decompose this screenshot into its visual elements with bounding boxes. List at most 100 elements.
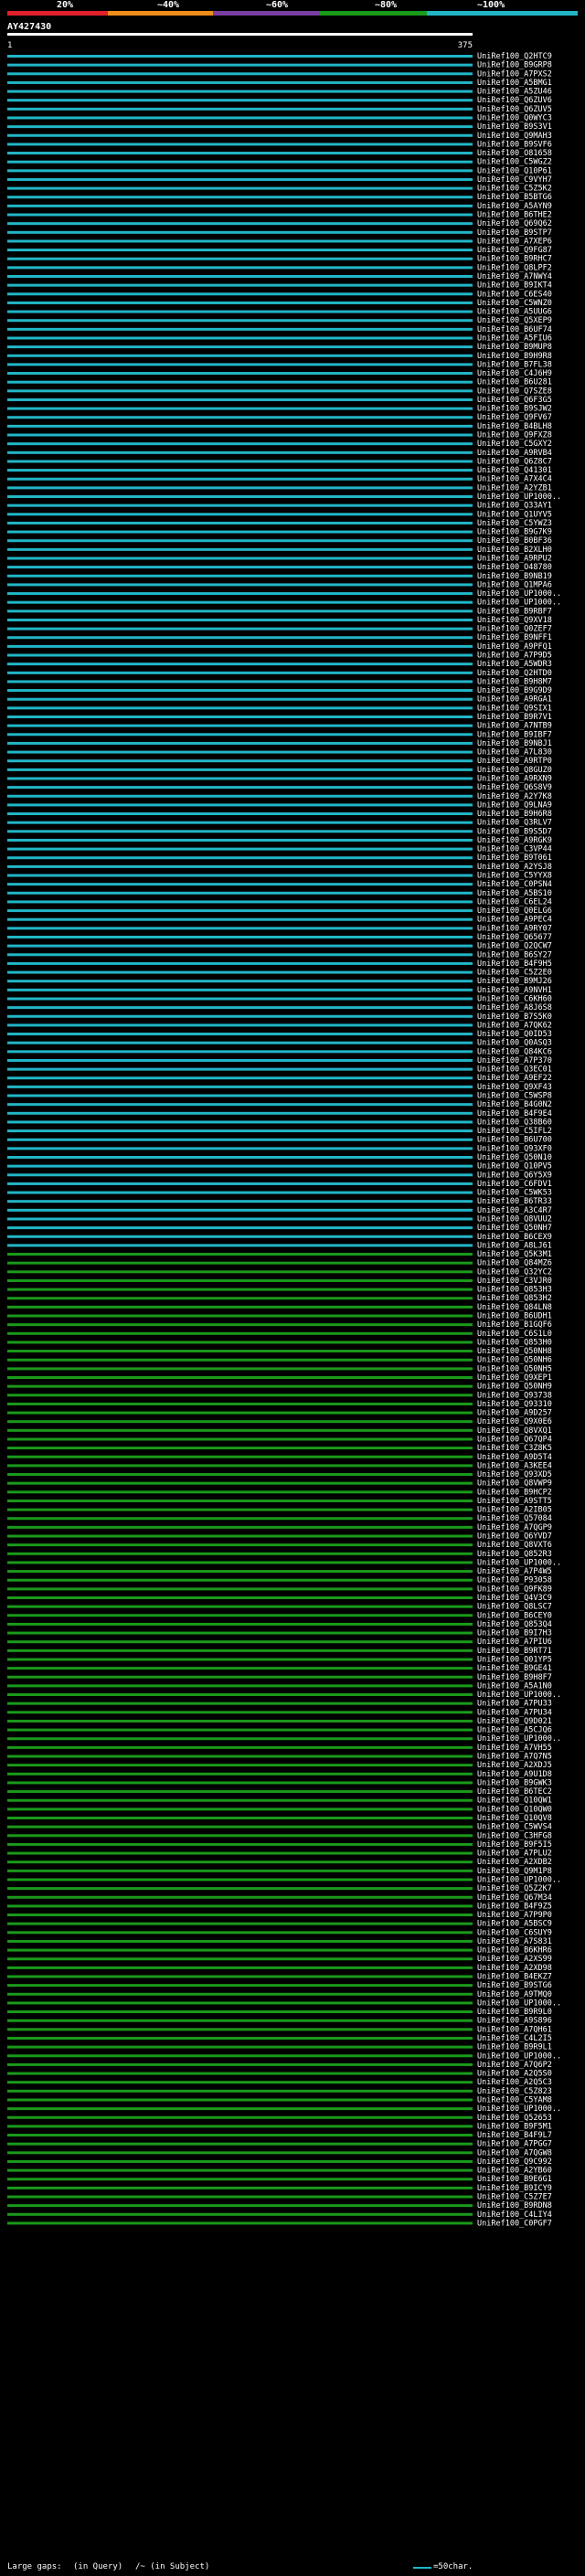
hit-row[interactable]: UniRef100_A2XD98 [7, 1964, 552, 1973]
hit-id-label[interactable]: UniRef100_C5YWZ3 [477, 519, 552, 528]
hit-id-label[interactable]: UniRef100_B6TR33 [477, 1197, 552, 1206]
hit-id-label[interactable]: UniRef100_Q93XF0 [477, 1144, 552, 1153]
hit-row[interactable]: UniRef100_A7QGP9 [7, 1523, 552, 1532]
hit-row[interactable]: UniRef100_A9RTP0 [7, 757, 552, 766]
hit-id-label[interactable]: UniRef100_C5WVS4 [477, 1823, 552, 1832]
hit-id-label[interactable]: UniRef100_Q9D021 [477, 1717, 552, 1726]
hit-id-label[interactable]: UniRef100_A2YZB1 [477, 483, 552, 493]
hit-row[interactable]: UniRef100_A7P4W5 [7, 1567, 552, 1576]
hit-row[interactable]: UniRef100_B9F5I5 [7, 1840, 552, 1850]
hit-row[interactable]: UniRef100_B9H8F7 [7, 1673, 552, 1682]
hit-id-label[interactable]: UniRef100_A7QK62 [477, 1021, 552, 1030]
hit-row[interactable]: UniRef100_UP1000.. [7, 1734, 561, 1744]
hit-row[interactable]: UniRef100_Q9XF43 [7, 1083, 552, 1092]
hit-id-label[interactable]: UniRef100_C0PGF7 [477, 2219, 552, 2228]
hit-row[interactable]: UniRef100_B4F9L7 [7, 2131, 552, 2140]
hit-id-label[interactable]: UniRef100_B9IKT4 [477, 281, 552, 291]
hit-row[interactable]: UniRef100_A5AYN9 [7, 202, 552, 211]
hit-id-label[interactable]: UniRef100_A2XDJ5 [477, 1761, 552, 1770]
hit-row[interactable]: UniRef100_A7PIU6 [7, 1638, 552, 1647]
hit-row[interactable]: UniRef100_C5WSP8 [7, 1092, 552, 1101]
hit-id-label[interactable]: UniRef100_C6EL24 [477, 897, 552, 906]
hit-row[interactable]: UniRef100_A5UUG6 [7, 308, 552, 317]
hit-id-label[interactable]: UniRef100_Q50NH5 [477, 1364, 552, 1373]
hit-row[interactable]: UniRef100_Q50N10 [7, 1153, 552, 1162]
hit-id-label[interactable]: UniRef100_Q50NH6 [477, 1356, 552, 1365]
hit-id-label[interactable]: UniRef100_A7NTB9 [477, 722, 552, 731]
hit-row[interactable]: UniRef100_A9STT5 [7, 1497, 552, 1506]
hit-id-label[interactable]: UniRef100_B9RBF7 [477, 607, 552, 616]
hit-id-label[interactable]: UniRef100_B9MJ26 [477, 977, 552, 986]
hit-row[interactable]: UniRef100_A7P9P0 [7, 1911, 552, 1920]
hit-row[interactable]: UniRef100_Q5Z2K7 [7, 1884, 552, 1893]
hit-row[interactable]: UniRef100_C4J6H9 [7, 369, 552, 378]
hit-row[interactable]: UniRef100_UP1000.. [7, 1558, 561, 1567]
hit-row[interactable]: UniRef100_B9RBF7 [7, 607, 552, 616]
hit-row[interactable]: UniRef100_C6KH60 [7, 994, 552, 1003]
hit-row[interactable]: UniRef100_B7FL38 [7, 360, 552, 369]
hit-id-label[interactable]: UniRef100_Q3EC01 [477, 1065, 552, 1075]
hit-id-label[interactable]: UniRef100_C4J6H9 [477, 369, 552, 378]
hit-row[interactable]: UniRef100_UP1000.. [7, 2051, 561, 2061]
hit-row[interactable]: UniRef100_Q50NH9 [7, 1383, 552, 1392]
hit-row[interactable]: UniRef100_B9RT71 [7, 1647, 552, 1656]
hit-id-label[interactable]: UniRef100_B6CEY0 [477, 1611, 552, 1620]
hit-row[interactable]: UniRef100_C5Z5K2 [7, 185, 552, 194]
hit-id-label[interactable]: UniRef100_B6TEC2 [477, 1787, 552, 1797]
hit-id-label[interactable]: UniRef100_UP1000.. [477, 589, 561, 599]
hit-row[interactable]: UniRef100_UP1000.. [7, 599, 561, 608]
hit-row[interactable]: UniRef100_Q69Q62 [7, 219, 552, 228]
hit-row[interactable]: UniRef100_Q3RLV7 [7, 819, 552, 828]
hit-id-label[interactable]: UniRef100_P93058 [477, 1576, 552, 1585]
hit-id-label[interactable]: UniRef100_C5WK53 [477, 1189, 552, 1198]
hit-id-label[interactable]: UniRef100_B9SJW2 [477, 405, 552, 414]
hit-id-label[interactable]: UniRef100_C6SUY9 [477, 1928, 552, 1937]
hit-row[interactable]: UniRef100_B9G9D9 [7, 686, 552, 695]
hit-id-label[interactable]: UniRef100_Q6ZUV6 [477, 96, 552, 105]
hit-id-label[interactable]: UniRef100_A7QGW8 [477, 2148, 552, 2157]
hit-id-label[interactable]: UniRef100_Q8VUU2 [477, 1214, 552, 1224]
hit-id-label[interactable]: UniRef100_Q0WYC3 [477, 113, 552, 122]
hit-id-label[interactable]: UniRef100_A7Q6P2 [477, 2061, 552, 2070]
hit-row[interactable]: UniRef100_B6UF74 [7, 325, 552, 334]
hit-row[interactable]: UniRef100_A9RGA1 [7, 695, 552, 705]
hit-row[interactable]: UniRef100_Q67QP4 [7, 1435, 552, 1444]
hit-id-label[interactable]: UniRef100_A7PLU2 [477, 1850, 552, 1859]
hit-id-label[interactable]: UniRef100_A9NVH1 [477, 986, 552, 995]
hit-row[interactable]: UniRef100_A8J6S8 [7, 1003, 552, 1012]
hit-row[interactable]: UniRef100_C4L2I5 [7, 2034, 552, 2043]
hit-id-label[interactable]: UniRef100_Q9XEP1 [477, 1373, 552, 1383]
hit-id-label[interactable]: UniRef100_Q9XV18 [477, 616, 552, 625]
hit-row[interactable]: UniRef100_Q38B60 [7, 1118, 552, 1127]
hit-row[interactable]: UniRef100_Q41301 [7, 466, 552, 475]
hit-id-label[interactable]: UniRef100_Q50NH8 [477, 1347, 552, 1356]
hit-id-label[interactable]: UniRef100_Q9M1P8 [477, 1867, 552, 1876]
hit-row[interactable]: UniRef100_A9RPU2 [7, 554, 552, 563]
hit-id-label[interactable]: UniRef100_UP1000.. [477, 599, 561, 608]
hit-row[interactable]: UniRef100_C4LIY4 [7, 2210, 552, 2220]
hit-row[interactable]: UniRef100_B0BF36 [7, 536, 552, 546]
hit-id-label[interactable]: UniRef100_B9T061 [477, 853, 552, 863]
hit-row[interactable]: UniRef100_B9NB19 [7, 572, 552, 581]
hit-row[interactable]: UniRef100_B9GWK3 [7, 1778, 552, 1787]
hit-id-label[interactable]: UniRef100_Q1UYV5 [477, 510, 552, 519]
hit-row[interactable]: UniRef100_Q0ID53 [7, 1030, 552, 1039]
hit-id-label[interactable]: UniRef100_A5BS10 [477, 889, 552, 898]
hit-row[interactable]: UniRef100_Q93310 [7, 1400, 552, 1409]
hit-row[interactable]: UniRef100_Q9LNA9 [7, 800, 552, 810]
hit-id-label[interactable]: UniRef100_C3Z8K5 [477, 1444, 552, 1453]
hit-row[interactable]: UniRef100_A9RXN9 [7, 774, 552, 783]
hit-id-label[interactable]: UniRef100_B7S5K0 [477, 1012, 552, 1022]
hit-row[interactable]: UniRef100_A5A1N0 [7, 1681, 552, 1691]
hit-id-label[interactable]: UniRef100_B6THE2 [477, 211, 552, 220]
hit-row[interactable]: UniRef100_C0PSN4 [7, 880, 552, 889]
hit-row[interactable]: UniRef100_A3C4R7 [7, 1206, 552, 1215]
hit-id-label[interactable]: UniRef100_C5IFL2 [477, 1127, 552, 1136]
hit-id-label[interactable]: UniRef100_A8J6S8 [477, 1003, 552, 1012]
hit-id-label[interactable]: UniRef100_Q69Q62 [477, 219, 552, 228]
hit-id-label[interactable]: UniRef100_B9STG6 [477, 1981, 552, 1990]
hit-row[interactable]: UniRef100_B7S5K0 [7, 1012, 552, 1022]
hit-id-label[interactable]: UniRef100_B2XLH0 [477, 546, 552, 555]
hit-id-label[interactable]: UniRef100_B6U281 [477, 378, 552, 387]
hit-id-label[interactable]: UniRef100_Q50NH9 [477, 1383, 552, 1392]
